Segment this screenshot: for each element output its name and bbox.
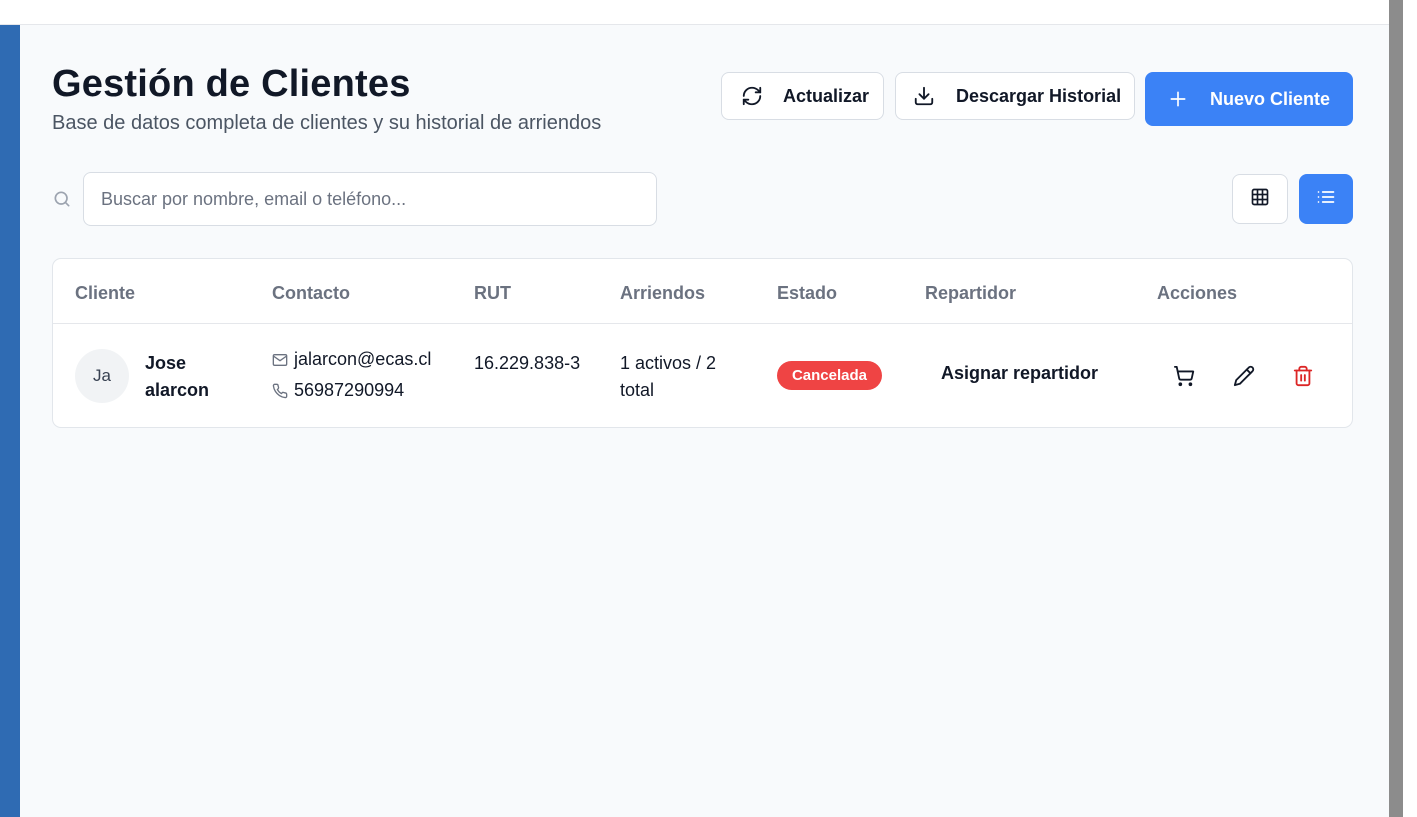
table-header: Cliente Contacto RUT Arriendos Estado Re… bbox=[53, 259, 1352, 324]
status-badge: Cancelada bbox=[777, 361, 882, 390]
refresh-label: Actualizar bbox=[783, 85, 870, 106]
column-header-contact: Contacto bbox=[272, 283, 350, 303]
page-title: Gestión de Clientes bbox=[52, 63, 411, 105]
rentals-value: 1 activos / 2 total bbox=[620, 353, 717, 400]
edit-icon[interactable] bbox=[1231, 363, 1257, 389]
grid-icon bbox=[1250, 187, 1270, 212]
plus-icon bbox=[1166, 87, 1190, 111]
download-history-label: Descargar Historial bbox=[956, 85, 1122, 106]
search-icon bbox=[52, 189, 72, 209]
phone-icon bbox=[272, 383, 288, 399]
new-client-label: Nuevo Cliente bbox=[1210, 88, 1331, 109]
download-icon bbox=[912, 84, 936, 108]
assign-courier-button[interactable]: Asignar repartidor bbox=[941, 363, 1098, 384]
search-input[interactable] bbox=[83, 172, 657, 226]
sidebar-strip bbox=[0, 25, 20, 817]
avatar: Ja bbox=[75, 349, 129, 403]
grid-view-button[interactable] bbox=[1232, 174, 1288, 224]
column-header-rentals: Arriendos bbox=[620, 283, 706, 303]
column-header-actions: Acciones bbox=[1157, 283, 1238, 303]
list-view-button[interactable] bbox=[1299, 174, 1353, 224]
cart-icon[interactable] bbox=[1171, 363, 1197, 389]
clients-table: Cliente Contacto RUT Arriendos Estado Re… bbox=[52, 258, 1353, 428]
refresh-button[interactable]: Actualizar bbox=[721, 72, 884, 120]
column-header-status: Estado bbox=[777, 283, 838, 303]
client-name: Jose alarcon bbox=[145, 353, 210, 400]
page-subtitle: Base de datos completa de clientes y su … bbox=[52, 112, 602, 134]
new-client-button[interactable]: Nuevo Cliente bbox=[1145, 72, 1353, 126]
scrollbar[interactable] bbox=[1389, 0, 1403, 817]
window-edge bbox=[1403, 0, 1417, 817]
email-text: jalarcon@ecas.cl bbox=[294, 349, 432, 369]
top-bar bbox=[0, 0, 1389, 25]
contact-email: jalarcon@ecas.cl bbox=[272, 349, 431, 370]
delete-icon[interactable] bbox=[1290, 363, 1316, 389]
column-header-client: Cliente bbox=[75, 283, 136, 303]
phone-text: 56987290994 bbox=[294, 380, 405, 400]
column-header-courier: Repartidor bbox=[925, 283, 1017, 303]
contact-phone: 56987290994 bbox=[272, 380, 404, 401]
main-content: Gestión de Clientes Base de datos comple… bbox=[20, 25, 1389, 817]
refresh-icon bbox=[740, 84, 764, 108]
rut-value: 16.229.838-3 bbox=[474, 353, 581, 373]
column-header-rut: RUT bbox=[474, 283, 511, 303]
mail-icon bbox=[272, 352, 288, 368]
list-icon bbox=[1316, 187, 1336, 212]
download-history-button[interactable]: Descargar Historial bbox=[895, 72, 1135, 120]
